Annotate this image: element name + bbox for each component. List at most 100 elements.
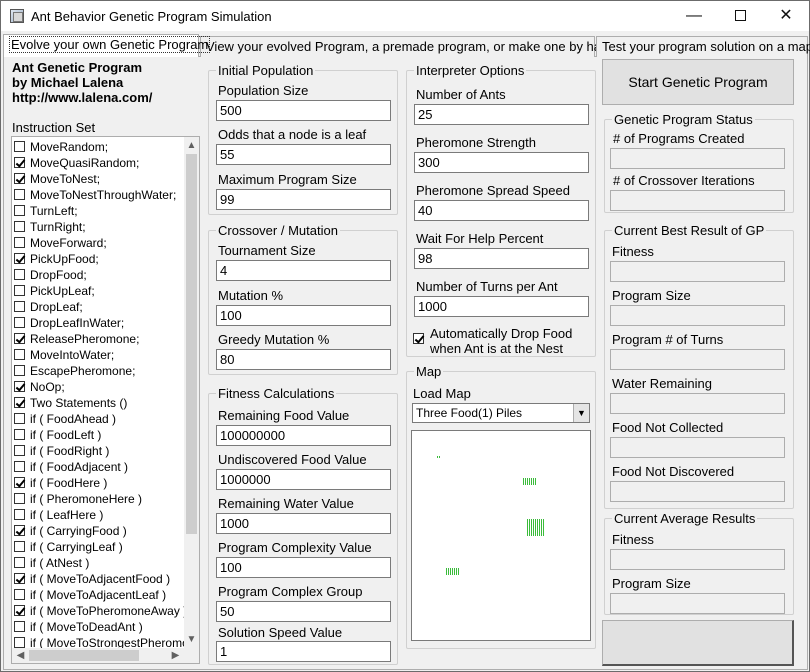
instruction-checkbox[interactable] xyxy=(14,621,25,632)
instruction-item[interactable]: if ( FoodLeft ) xyxy=(14,427,184,443)
tab-test-program[interactable]: Test your program solution on a map xyxy=(596,36,810,57)
instruction-checkbox[interactable] xyxy=(14,557,25,568)
scroll-up-icon[interactable]: ▲ xyxy=(184,137,199,154)
instruction-checkbox[interactable] xyxy=(14,461,25,472)
maximize-button[interactable] xyxy=(717,1,763,31)
map-select[interactable]: Three Food(1) Piles ▼ xyxy=(412,403,590,423)
complexity-value-input[interactable]: 100 xyxy=(216,557,391,578)
instruction-item[interactable]: PickUpLeaf; xyxy=(14,283,184,299)
instruction-checkbox[interactable] xyxy=(14,637,25,648)
instruction-checkbox[interactable] xyxy=(14,429,25,440)
instruction-checkbox[interactable] xyxy=(14,445,25,456)
instruction-checkbox[interactable] xyxy=(14,493,25,504)
instruction-checkbox[interactable] xyxy=(14,381,25,392)
instruction-vscroll[interactable]: ▲ ▼ xyxy=(184,137,199,648)
chevron-down-icon[interactable]: ▼ xyxy=(573,404,589,422)
instruction-checkbox[interactable] xyxy=(14,317,25,328)
max-program-size-input[interactable]: 99 xyxy=(216,189,391,210)
minimize-button[interactable]: — xyxy=(671,1,717,31)
instruction-item[interactable]: MoveRandom; xyxy=(14,139,184,155)
instruction-checkbox[interactable] xyxy=(14,269,25,280)
instruction-checkbox[interactable] xyxy=(14,573,25,584)
instruction-item[interactable]: if ( AtNest ) xyxy=(14,555,184,571)
instruction-set-list[interactable]: MoveRandom; MoveQuasiRandom; MoveToNest; Mo… xyxy=(11,136,200,664)
vscroll-thumb[interactable] xyxy=(186,154,197,534)
pheromone-spread-input[interactable]: 40 xyxy=(414,200,589,221)
solution-speed-input[interactable]: 1 xyxy=(216,641,391,662)
instruction-item[interactable]: if ( LeafHere ) xyxy=(14,507,184,523)
instruction-checkbox[interactable] xyxy=(14,253,25,264)
instruction-checkbox[interactable] xyxy=(14,173,25,184)
instruction-item[interactable]: TurnLeft; xyxy=(14,203,184,219)
instruction-item[interactable]: if ( FoodAdjacent ) xyxy=(14,459,184,475)
instruction-item[interactable]: if ( MoveToStrongestPheromone ) xyxy=(14,635,184,649)
instruction-item[interactable]: PickUpFood; xyxy=(14,251,184,267)
instruction-item[interactable]: DropLeafInWater; xyxy=(14,315,184,331)
title-bar[interactable]: Ant Behavior Genetic Program Simulation … xyxy=(1,1,809,31)
scroll-right-icon[interactable]: ▶ xyxy=(167,648,184,663)
remaining-food-input[interactable]: 100000000 xyxy=(216,425,391,446)
scroll-down-icon[interactable]: ▼ xyxy=(184,631,199,648)
odds-leaf-input[interactable]: 55 xyxy=(216,144,391,165)
instruction-checkbox[interactable] xyxy=(14,157,25,168)
undiscovered-food-input[interactable]: 1000000 xyxy=(216,469,391,490)
instruction-item[interactable]: EscapePheromone; xyxy=(14,363,184,379)
instruction-item[interactable]: ReleasePheromone; xyxy=(14,331,184,347)
instruction-checkbox[interactable] xyxy=(14,509,25,520)
instruction-checkbox[interactable] xyxy=(14,221,25,232)
turns-input[interactable]: 1000 xyxy=(414,296,589,317)
population-size-input[interactable]: 500 xyxy=(216,100,391,121)
remaining-water-input[interactable]: 1000 xyxy=(216,513,391,534)
scroll-left-icon[interactable]: ◀ xyxy=(12,648,29,663)
tournament-size-input[interactable]: 4 xyxy=(216,260,391,281)
mutation-input[interactable]: 100 xyxy=(216,305,391,326)
instruction-item[interactable]: if ( PheromoneHere ) xyxy=(14,491,184,507)
instruction-item[interactable]: MoveToNest; xyxy=(14,171,184,187)
instruction-checkbox[interactable] xyxy=(14,365,25,376)
instruction-item[interactable]: MoveToNestThroughWater; xyxy=(14,187,184,203)
instruction-checkbox[interactable] xyxy=(14,189,25,200)
instruction-item[interactable]: MoveForward; xyxy=(14,235,184,251)
instruction-item[interactable]: if ( MoveToAdjacentLeaf ) xyxy=(14,587,184,603)
instruction-checkbox[interactable] xyxy=(14,301,25,312)
instruction-item[interactable]: if ( MoveToPheromoneAway ) xyxy=(14,603,184,619)
instruction-checkbox[interactable] xyxy=(14,605,25,616)
num-ants-input[interactable]: 25 xyxy=(414,104,589,125)
hscroll-thumb[interactable] xyxy=(29,650,139,661)
instruction-item[interactable]: TurnRight; xyxy=(14,219,184,235)
instruction-item[interactable]: DropFood; xyxy=(14,267,184,283)
instruction-item[interactable]: MoveIntoWater; xyxy=(14,347,184,363)
instruction-item[interactable]: if ( FoodRight ) xyxy=(14,443,184,459)
greedy-mutation-input[interactable]: 80 xyxy=(216,349,391,370)
instruction-item[interactable]: if ( MoveToAdjacentFood ) xyxy=(14,571,184,587)
start-genetic-program-button[interactable]: Start Genetic Program xyxy=(602,59,794,105)
instruction-item[interactable]: NoOp; xyxy=(14,379,184,395)
complex-group-input[interactable]: 50 xyxy=(216,601,391,622)
instruction-item[interactable]: Two Statements () xyxy=(14,395,184,411)
auto-drop-food-checkbox[interactable] xyxy=(413,333,424,344)
instruction-item[interactable]: if ( CarryingLeaf ) xyxy=(14,539,184,555)
unlabeled-button[interactable] xyxy=(602,620,794,666)
instruction-checkbox[interactable] xyxy=(14,285,25,296)
instruction-item[interactable]: if ( MoveToDeadAnt ) xyxy=(14,619,184,635)
pheromone-strength-input[interactable]: 300 xyxy=(414,152,589,173)
instruction-checkbox[interactable] xyxy=(14,525,25,536)
instruction-checkbox[interactable] xyxy=(14,397,25,408)
instruction-checkbox[interactable] xyxy=(14,413,25,424)
wait-help-input[interactable]: 98 xyxy=(414,248,589,269)
instruction-checkbox[interactable] xyxy=(14,349,25,360)
instruction-checkbox[interactable] xyxy=(14,205,25,216)
instruction-checkbox[interactable] xyxy=(14,237,25,248)
instruction-checkbox[interactable] xyxy=(14,541,25,552)
tab-view-program[interactable]: View your evolved Program, a premade pro… xyxy=(200,36,615,57)
close-button[interactable]: ✕ xyxy=(763,1,809,31)
instruction-hscroll[interactable]: ◀ ▶ xyxy=(12,648,184,663)
instruction-item[interactable]: DropLeaf; xyxy=(14,299,184,315)
instruction-item[interactable]: if ( CarryingFood ) xyxy=(14,523,184,539)
instruction-item[interactable]: MoveQuasiRandom; xyxy=(14,155,184,171)
instruction-checkbox[interactable] xyxy=(14,141,25,152)
instruction-checkbox[interactable] xyxy=(14,589,25,600)
instruction-checkbox[interactable] xyxy=(14,477,25,488)
instruction-item[interactable]: if ( FoodAhead ) xyxy=(14,411,184,427)
tab-evolve[interactable]: Evolve your own Genetic Program xyxy=(3,34,211,57)
